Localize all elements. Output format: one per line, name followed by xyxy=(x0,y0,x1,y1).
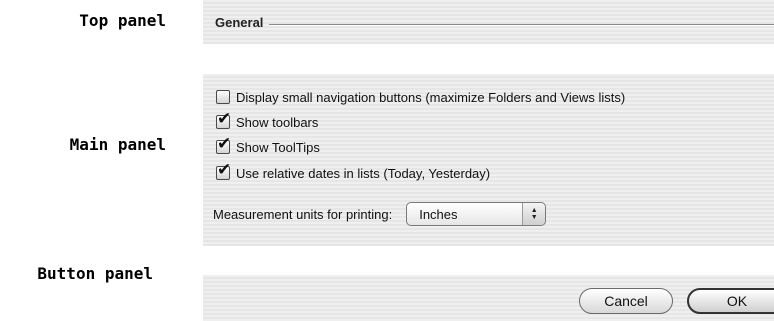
checkmark-icon: ✔ xyxy=(217,109,232,128)
measurement-units-value: Inches xyxy=(419,206,458,222)
main-panel: Display small navigation buttons (maximi… xyxy=(203,74,774,246)
popup-stepper-icon: ▲ ▼ xyxy=(522,203,546,225)
button-panel-label: Button panel xyxy=(37,264,153,283)
main-panel-label: Main panel xyxy=(69,135,166,154)
measurement-units-popup[interactable]: Inches ▲ ▼ xyxy=(406,202,547,226)
top-panel-label: Top panel xyxy=(79,11,166,30)
option-relative-dates[interactable]: ✔ Use relative dates in lists (Today, Ye… xyxy=(216,161,491,183)
arrow-up-icon: ▲ xyxy=(530,207,538,214)
show-toolbars-label: Show toolbars xyxy=(236,114,319,130)
show-toolbars-checkbox[interactable]: ✔ xyxy=(216,110,231,129)
group-header: General xyxy=(215,15,774,30)
cancel-button[interactable]: Cancel xyxy=(579,288,673,314)
checkmark-icon: ✔ xyxy=(217,160,232,179)
top-panel: General xyxy=(203,0,774,44)
checkmark-icon: ✔ xyxy=(217,134,232,153)
ok-button[interactable]: OK xyxy=(687,288,774,314)
show-tooltips-checkbox[interactable]: ✔ xyxy=(216,135,231,154)
group-title: General xyxy=(215,15,264,30)
measurement-units-label: Measurement units for printing: xyxy=(213,206,393,222)
measurement-units-row: Measurement units for printing: Inches ▲… xyxy=(213,202,547,226)
relative-dates-label: Use relative dates in lists (Today, Yest… xyxy=(236,165,491,181)
small-nav-buttons-label: Display small navigation buttons (maximi… xyxy=(236,89,626,105)
arrow-down-icon: ▼ xyxy=(530,214,538,221)
option-small-nav-buttons[interactable]: Display small navigation buttons (maximi… xyxy=(216,87,625,107)
button-panel: Cancel OK xyxy=(203,275,774,321)
option-show-tooltips[interactable]: ✔ Show ToolTips xyxy=(216,135,320,157)
relative-dates-checkbox[interactable]: ✔ xyxy=(216,161,231,180)
preferences-screen: Top panel Main panel Button panel Genera… xyxy=(0,0,774,321)
option-show-toolbars[interactable]: ✔ Show toolbars xyxy=(216,110,319,132)
small-nav-buttons-checkbox[interactable] xyxy=(216,90,230,104)
show-tooltips-label: Show ToolTips xyxy=(236,139,320,155)
group-divider xyxy=(269,23,774,26)
